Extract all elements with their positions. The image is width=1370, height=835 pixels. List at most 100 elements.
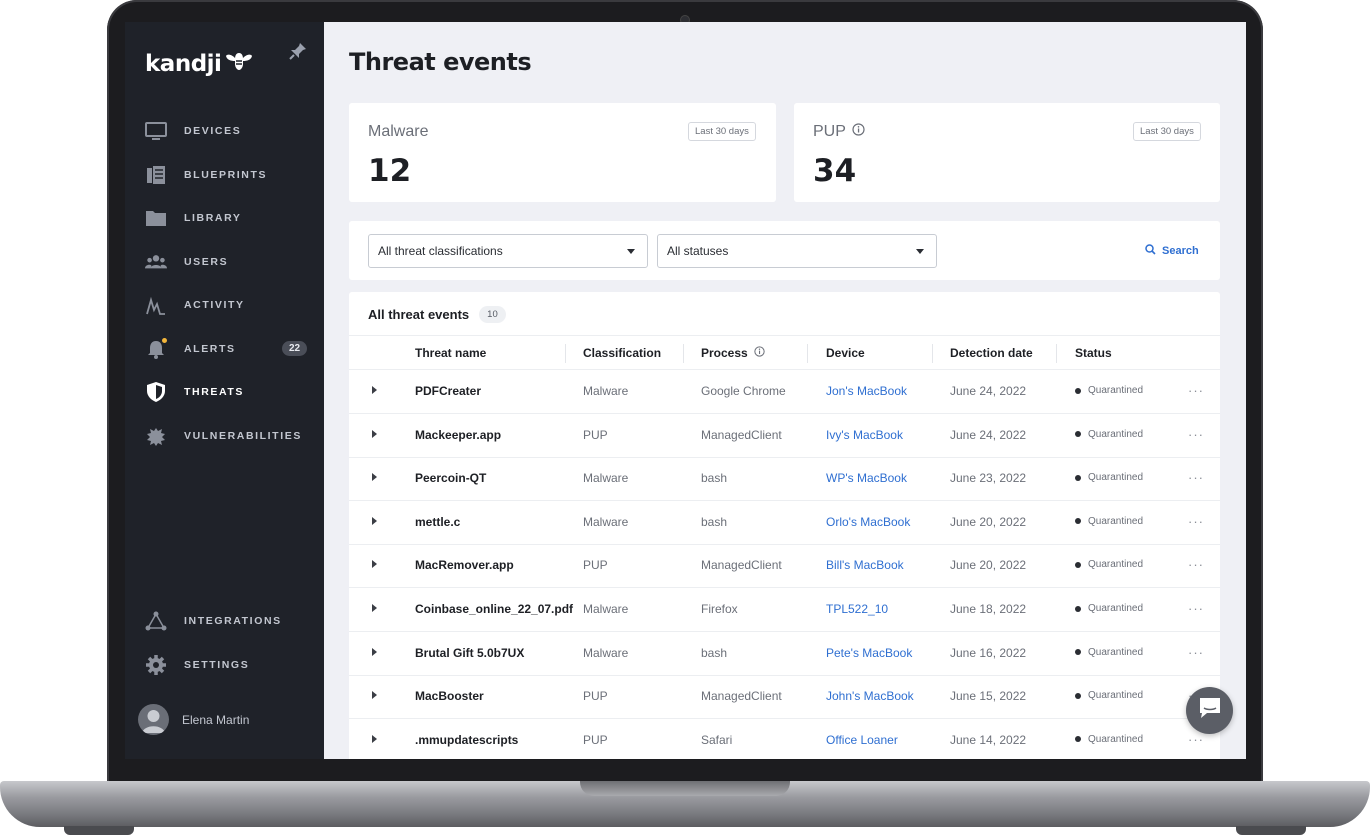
sidebar-item-blueprints[interactable]: BLUEPRINTS	[125, 160, 324, 190]
more-options-icon[interactable]: ···	[1188, 645, 1204, 660]
more-options-icon[interactable]: ···	[1188, 427, 1204, 442]
device-link[interactable]: Office Loaner	[826, 733, 898, 747]
blueprints-icon	[145, 165, 167, 185]
info-icon[interactable]	[754, 346, 765, 360]
table-row[interactable]: PDFCreater Malware Google Chrome Jon's MacB…	[349, 370, 1220, 414]
sidebar-item-activity[interactable]: ACTIVITY	[125, 290, 324, 320]
expand-arrow-icon[interactable]	[372, 604, 377, 612]
device-link[interactable]: John's MacBook	[826, 689, 914, 703]
column-header-detection-date[interactable]: Detection date	[950, 346, 1033, 360]
expand-arrow-icon[interactable]	[372, 734, 377, 743]
classification: Malware	[583, 602, 629, 616]
classification-select[interactable]: All threat classifications	[368, 234, 648, 268]
threat-name: MacRemover.app	[415, 558, 514, 573]
status-label: Quarantined	[1088, 603, 1144, 614]
status: Quarantined	[1075, 734, 1143, 745]
device-link[interactable]: Bill's MacBook	[826, 558, 904, 572]
classification: PUP	[583, 732, 608, 747]
column-divider	[1056, 344, 1057, 363]
detection-date: June 24, 2022	[950, 427, 1027, 442]
process: ManagedClient	[701, 558, 782, 573]
expand-arrow-icon[interactable]	[372, 429, 377, 438]
expand-arrow-icon[interactable]	[372, 473, 377, 482]
logo-text: kandji	[145, 51, 222, 77]
laptop-notch	[580, 781, 790, 796]
threat-name: Mackeeper.app	[415, 427, 502, 442]
info-icon[interactable]	[852, 123, 865, 141]
sidebar-item-label: SETTINGS	[184, 659, 250, 671]
process: ManagedClient	[701, 427, 782, 442]
device-link[interactable]: Pete's MacBook	[826, 646, 912, 660]
more-options-icon[interactable]: ···	[1188, 383, 1204, 398]
sidebar-item-settings[interactable]: SETTINGS	[125, 650, 324, 680]
status-select[interactable]: All statuses	[657, 234, 937, 268]
bug-icon	[145, 426, 167, 446]
expand-arrow-icon[interactable]	[372, 516, 377, 525]
status-label: Quarantined	[1088, 559, 1144, 571]
more-options-icon[interactable]: ···	[1188, 514, 1204, 529]
stat-label: PUP	[813, 123, 846, 140]
device-link[interactable]: WP's MacBook	[826, 471, 907, 485]
column-header-status[interactable]: Status	[1075, 346, 1112, 360]
column-header-threat-name[interactable]: Threat name	[415, 346, 486, 360]
pin-icon[interactable]	[288, 41, 308, 66]
detection-date: June 23, 2022	[950, 471, 1027, 486]
column-divider	[807, 344, 808, 363]
table-row[interactable]: .mmupdatescripts PUP Safari Office Loaner Ju…	[349, 719, 1220, 759]
column-header-process-wrap[interactable]: Process	[701, 346, 765, 360]
sidebar: kandji DEVICES BLUEPRINTS LIBRARY USERS …	[125, 22, 324, 759]
kandji-logo[interactable]: kandji	[145, 50, 253, 78]
classification: Malware	[583, 384, 629, 398]
status-label: Quarantined	[1088, 385, 1144, 396]
more-options-icon[interactable]: ···	[1188, 470, 1204, 485]
expand-arrow-icon[interactable]	[372, 386, 377, 394]
more-options-icon[interactable]: ···	[1188, 732, 1204, 747]
search-button[interactable]: Search	[1145, 244, 1199, 258]
table-row[interactable]: Peercoin-QT Malware bash WP's MacBook June 2…	[349, 457, 1220, 502]
gear-icon	[145, 655, 167, 675]
more-options-icon[interactable]: ···	[1188, 557, 1204, 572]
status: Quarantined	[1075, 559, 1143, 570]
table-row[interactable]: MacRemover.app PUP ManagedClient Bill's Mac…	[349, 544, 1220, 589]
sidebar-item-label: USERS	[184, 256, 229, 268]
device-link[interactable]: TPL522_10	[826, 602, 888, 616]
malware-stat-card: Malware 12 Last 30 days	[349, 103, 776, 202]
device-link[interactable]: Jon's MacBook	[826, 384, 907, 398]
stat-label: Malware	[368, 123, 429, 140]
sidebar-item-library[interactable]: LIBRARY	[125, 203, 324, 233]
sidebar-item-alerts[interactable]: ALERTS 22	[125, 334, 324, 364]
chevron-down-icon	[627, 249, 635, 254]
column-divider	[565, 344, 566, 363]
more-options-icon[interactable]: ···	[1188, 601, 1204, 616]
table-row[interactable]: Mackeeper.app PUP ManagedClient Ivy's MacBo…	[349, 414, 1220, 458]
table-row[interactable]: Coinbase_online_22_07.pdf Malware Firefox T…	[349, 588, 1220, 632]
detection-date: June 20, 2022	[950, 514, 1027, 529]
column-header-process: Process	[701, 346, 748, 360]
user-profile[interactable]: Elena Martin	[138, 704, 249, 735]
expand-arrow-icon[interactable]	[372, 647, 377, 656]
table-title-row: All threat events 10	[368, 306, 506, 323]
device-link[interactable]: Ivy's MacBook	[826, 428, 903, 442]
expand-arrow-icon[interactable]	[372, 691, 377, 700]
expand-arrow-icon[interactable]	[372, 560, 377, 569]
chat-button[interactable]	[1186, 687, 1233, 734]
count-badge: 10	[479, 306, 506, 323]
sidebar-item-threats[interactable]: THREATS	[125, 377, 324, 407]
process: Firefox	[701, 602, 738, 616]
process: Google Chrome	[701, 384, 786, 398]
table-row[interactable]: Brutal Gift 5.0b7UX Malware bash Pete's Mac…	[349, 632, 1220, 676]
table-row[interactable]: mettle.c Malware bash Orlo's MacBook June 20…	[349, 501, 1220, 545]
page-title: Threat events	[349, 48, 532, 76]
device-link[interactable]: Orlo's MacBook	[826, 515, 910, 529]
filter-bar: All threat classifications All statuses …	[349, 221, 1220, 280]
column-header-classification[interactable]: Classification	[583, 346, 661, 360]
column-header-device[interactable]: Device	[826, 346, 865, 360]
sidebar-item-integrations[interactable]: INTEGRATIONS	[125, 606, 324, 636]
table-row[interactable]: MacBooster PUP ManagedClient John's MacBook…	[349, 675, 1220, 720]
sidebar-item-devices[interactable]: DEVICES	[125, 116, 324, 146]
alert-dot	[162, 338, 167, 343]
search-icon	[1145, 244, 1156, 258]
sidebar-item-users[interactable]: USERS	[125, 247, 324, 277]
classification: PUP	[583, 689, 608, 704]
sidebar-item-vulnerabilities[interactable]: VULNERABILITIES	[125, 421, 324, 451]
